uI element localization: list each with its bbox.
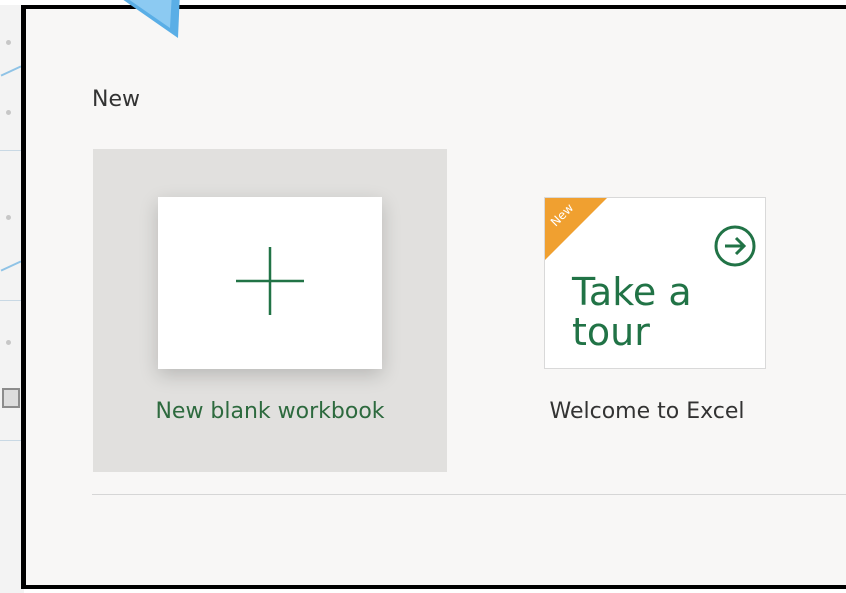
section-divider: [92, 494, 846, 495]
new-blank-workbook-tile[interactable]: New blank workbook: [93, 149, 447, 472]
background-dot: [6, 110, 11, 115]
background-dot: [6, 340, 11, 345]
take-a-tour-text: Take a tour: [572, 270, 692, 354]
new-ribbon: New: [545, 198, 607, 260]
background-line: [0, 65, 22, 77]
new-panel: New New blank workbook New Take a tour W…: [21, 5, 846, 589]
welcome-to-excel-tile[interactable]: New Take a tour Welcome to Excel: [499, 149, 795, 472]
background-line: [0, 260, 22, 272]
welcome-to-excel-label: Welcome to Excel: [549, 399, 745, 424]
background-box: [2, 388, 20, 408]
arrow-circle-right-icon: [714, 225, 756, 267]
background-dot: [6, 40, 11, 45]
background-dot: [6, 215, 11, 220]
blank-workbook-thumbnail[interactable]: [158, 197, 382, 369]
plus-icon: [236, 247, 304, 315]
new-blank-workbook-label: New blank workbook: [155, 399, 385, 424]
excel-start-screen: New New blank workbook New Take a tour W…: [0, 0, 846, 593]
section-title: New: [92, 87, 140, 112]
take-a-tour-thumbnail[interactable]: New Take a tour: [544, 197, 766, 369]
ribbon-shape: [545, 198, 607, 260]
